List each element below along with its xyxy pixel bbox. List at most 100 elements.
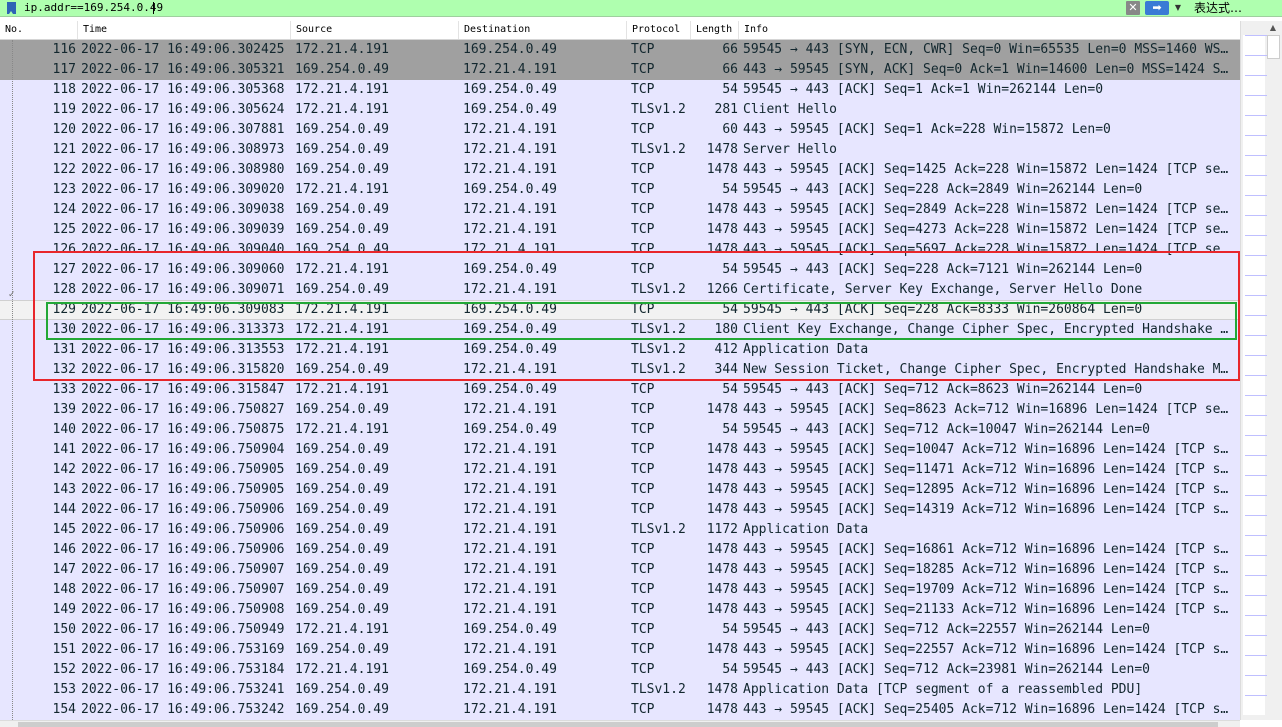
filter-history-dropdown-icon[interactable]: ▼ [1172,1,1184,15]
packet-time: 2022-06-17 16:49:06.308980 [81,162,285,177]
minimap-band [1245,615,1267,616]
packet-row[interactable]: 123 2022-06-17 16:49:06.309020 172.21.4.19… [0,180,1240,200]
vertical-scrollbar[interactable]: ▲ [1240,21,1282,720]
horizontal-scroll-thumb[interactable] [18,722,1218,727]
packet-row[interactable]: 124 2022-06-17 16:49:06.309038 169.254.0.4… [0,200,1240,220]
packet-source: 169.254.0.49 [295,602,389,617]
packet-length: 281 [714,102,738,117]
packet-row[interactable]: 145 2022-06-17 16:49:06.750906 169.254.0.4… [0,520,1240,540]
packet-info: 443 → 59545 [ACK] Seq=12895 Ack=712 Win=… [743,482,1229,497]
minimap-band [1245,455,1267,456]
minimap-band [1245,575,1267,576]
packet-row[interactable]: 153 2022-06-17 16:49:06.753241 169.254.0.4… [0,680,1240,700]
packet-protocol: TCP [631,582,655,597]
packet-row[interactable]: 146 2022-06-17 16:49:06.750906 169.254.0.4… [0,540,1240,560]
packet-row[interactable]: 120 2022-06-17 16:49:06.307881 169.254.0.4… [0,120,1240,140]
packet-destination: 169.254.0.49 [463,662,557,677]
packet-row[interactable]: 139 2022-06-17 16:49:06.750827 169.254.0.4… [0,400,1240,420]
related-packet-line [12,40,14,720]
packet-destination: 172.21.4.191 [463,502,557,517]
horizontal-scrollbar[interactable] [0,720,1240,727]
apply-filter-icon[interactable]: ➡ [1145,1,1169,15]
packet-row[interactable]: 141 2022-06-17 16:49:06.750904 169.254.0.4… [0,440,1240,460]
minimap-band [1245,35,1267,36]
packet-source: 169.254.0.49 [295,122,389,137]
packet-time: 2022-06-17 16:49:06.750907 [81,562,285,577]
packet-source: 169.254.0.49 [295,542,389,557]
packet-row[interactable]: 147 2022-06-17 16:49:06.750907 169.254.0.4… [0,560,1240,580]
minimap-band [1245,435,1267,436]
packet-source: 169.254.0.49 [295,582,389,597]
packet-destination: 172.21.4.191 [463,602,557,617]
packet-row[interactable]: 152 2022-06-17 16:49:06.753184 172.21.4.19… [0,660,1240,680]
packet-length: 1478 [706,702,738,717]
packet-row[interactable]: 125 2022-06-17 16:49:06.309039 169.254.0.4… [0,220,1240,240]
packet-info: 443 → 59545 [ACK] Seq=21133 Ack=712 Win=… [743,602,1229,617]
column-header-protocol[interactable]: Protocol [627,21,691,39]
packet-info: 443 → 59545 [ACK] Seq=16861 Ack=712 Win=… [743,542,1229,557]
packet-row[interactable]: 122 2022-06-17 16:49:06.308980 169.254.0.4… [0,160,1240,180]
packet-length: 54 [722,422,738,437]
packet-info: 59545 → 443 [ACK] Seq=712 Ack=8623 Win=2… [743,382,1143,397]
packet-row[interactable]: 150 2022-06-17 16:49:06.750949 172.21.4.19… [0,620,1240,640]
packet-row[interactable]: 119 2022-06-17 16:49:06.305624 172.21.4.19… [0,100,1240,120]
packet-info: 443 → 59545 [ACK] Seq=25405 Ack=712 Win=… [743,702,1229,717]
packet-destination: 172.21.4.191 [463,542,557,557]
packet-row[interactable]: 117 2022-06-17 16:49:06.305321 169.254.0.4… [0,60,1240,80]
packet-time: 2022-06-17 16:49:06.305321 [81,62,285,77]
related-packet-marker: ✓ [8,290,16,300]
packet-protocol: TCP [631,42,655,57]
bookmark-icon[interactable] [7,2,16,14]
column-header-time[interactable]: Time [78,21,291,39]
packet-length: 1478 [706,162,738,177]
packet-source: 169.254.0.49 [295,562,389,577]
packet-length: 1478 [706,582,738,597]
packet-protocol: TLSv1.2 [631,102,686,117]
packet-source: 169.254.0.49 [295,462,389,477]
packet-row[interactable]: 144 2022-06-17 16:49:06.750906 169.254.0.4… [0,500,1240,520]
packet-destination: 172.21.4.191 [463,702,557,717]
green-highlight-box [46,302,1237,340]
scroll-up-icon[interactable]: ▲ [1267,23,1279,33]
packet-row[interactable]: 142 2022-06-17 16:49:06.750905 169.254.0.4… [0,460,1240,480]
packet-length: 1478 [706,542,738,557]
packet-destination: 172.21.4.191 [463,222,557,237]
packet-source: 169.254.0.49 [295,442,389,457]
expression-button[interactable]: 表达式… [1194,0,1242,16]
packet-row[interactable]: 149 2022-06-17 16:49:06.750908 169.254.0.4… [0,600,1240,620]
display-filter-bar: ✕ ➡ ▼ 表达式… [0,0,1282,17]
packet-row[interactable]: 133 2022-06-17 16:49:06.315847 172.21.4.19… [0,380,1240,400]
packet-protocol: TCP [631,222,655,237]
packet-info: 443 → 59545 [ACK] Seq=1425 Ack=228 Win=1… [743,162,1229,177]
packet-row[interactable]: 140 2022-06-17 16:49:06.750875 172.21.4.19… [0,420,1240,440]
clear-filter-icon[interactable]: ✕ [1126,1,1140,15]
column-header-destination[interactable]: Destination [459,21,627,39]
column-header-no[interactable]: No. [0,21,78,39]
packet-row[interactable]: 121 2022-06-17 16:49:06.308973 169.254.0.4… [0,140,1240,160]
packet-row[interactable]: 116 2022-06-17 16:49:06.302425 172.21.4.19… [0,40,1240,60]
packet-row[interactable]: 154 2022-06-17 16:49:06.753242 169.254.0.4… [0,700,1240,720]
minimap-band [1245,115,1267,116]
column-header-info[interactable]: Info [739,21,1240,39]
column-header-source[interactable]: Source [291,21,459,39]
packet-row[interactable]: 118 2022-06-17 16:49:06.305368 172.21.4.19… [0,80,1240,100]
packet-source: 169.254.0.49 [295,682,389,697]
column-header-length[interactable]: Length [691,21,739,39]
packet-time: 2022-06-17 16:49:06.753169 [81,642,285,657]
packet-info: 443 → 59545 [ACK] Seq=2849 Ack=228 Win=1… [743,202,1229,217]
packet-list-header: No. Time Source Destination Protocol Len… [0,21,1240,40]
packet-row[interactable]: 143 2022-06-17 16:49:06.750905 169.254.0.4… [0,480,1240,500]
minimap-band [1245,215,1267,216]
scroll-track[interactable] [1267,35,1281,715]
scroll-thumb[interactable] [1267,35,1280,59]
packet-info: 59545 → 443 [ACK] Seq=712 Ack=22557 Win=… [743,622,1150,637]
minimap-band [1245,255,1267,256]
packet-row[interactable]: 151 2022-06-17 16:49:06.753169 169.254.0.4… [0,640,1240,660]
packet-info: Application Data [743,522,869,537]
display-filter-input[interactable] [24,0,1120,16]
minimap-band [1245,175,1267,176]
minimap-band [1245,75,1267,76]
packet-row[interactable]: 148 2022-06-17 16:49:06.750907 169.254.0.4… [0,580,1240,600]
packet-time: 2022-06-17 16:49:06.305624 [81,102,285,117]
packet-protocol: TCP [631,402,655,417]
